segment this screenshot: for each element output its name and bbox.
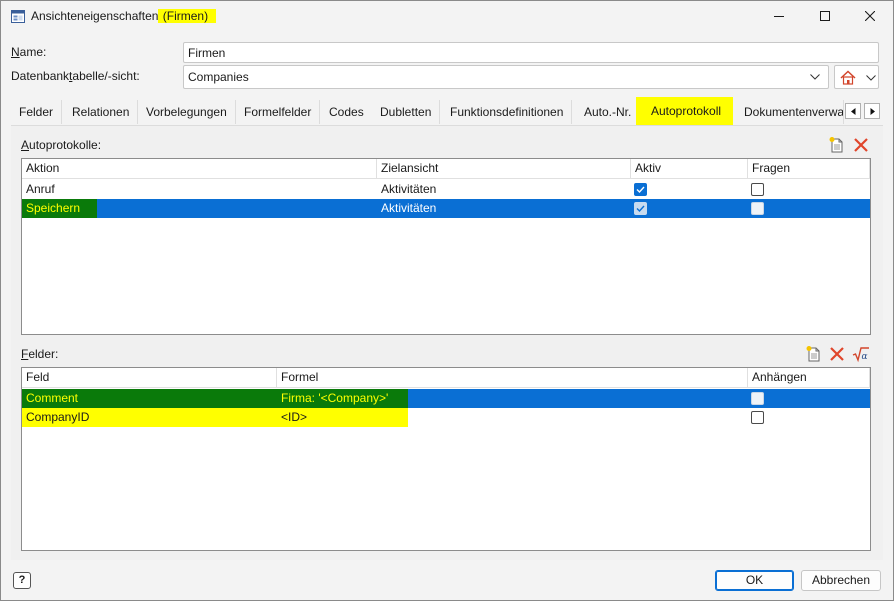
tab-dubletten[interactable]: Dubletten xyxy=(372,100,441,124)
tab-relationen[interactable]: Relationen xyxy=(64,100,139,124)
ok-button[interactable]: OK xyxy=(715,570,794,591)
window-title: Ansichteneigenschaften (Firmen) xyxy=(31,6,217,26)
tab-felder[interactable]: Felder xyxy=(11,100,63,124)
autoprotokolle-label: Autoprotokolle: xyxy=(21,138,102,152)
window-title-highlight: (Firmen) xyxy=(158,9,217,23)
new-document-icon xyxy=(829,137,843,153)
cell-zielansicht: Aktivitäten xyxy=(381,201,437,215)
tab-scroll-right-button[interactable] xyxy=(864,103,880,119)
tab-vorbelegungen[interactable]: Vorbelegungen xyxy=(138,100,236,124)
table-label: Datenbanktabelle/-sicht: xyxy=(11,69,140,83)
delete-x-icon xyxy=(854,138,868,152)
cell-feld: Comment xyxy=(26,391,79,405)
table-select-value: Companies xyxy=(188,70,249,84)
delete-x-icon xyxy=(830,347,844,361)
new-autoprotokoll-button[interactable] xyxy=(828,136,846,154)
name-label-text: ame: xyxy=(19,45,47,59)
cell-aktion: Anruf xyxy=(26,182,55,196)
cell-zielansicht: Aktivitäten xyxy=(381,182,437,196)
felder-header: Feld Formel Anhängen xyxy=(22,368,870,388)
aktiv-checkbox[interactable] xyxy=(634,202,647,215)
autoprotokolle-grid[interactable]: Aktion Zielansicht Aktiv Fragen Anruf Ak… xyxy=(21,158,871,335)
maximize-icon xyxy=(820,11,830,21)
home-dropdown-button[interactable] xyxy=(834,65,879,89)
tab-scroll-left-button[interactable] xyxy=(845,103,861,119)
cell-formel: Firma: '<Company>' xyxy=(281,391,389,405)
caret-left-icon xyxy=(851,108,856,115)
formula-button[interactable]: α xyxy=(852,345,870,363)
tab-strip: Felder Relationen Vorbelegungen Formelfe… xyxy=(11,97,883,125)
column-header-zielansicht[interactable]: Zielansicht xyxy=(377,159,631,178)
minimize-icon xyxy=(774,16,784,17)
tab-formelfelder[interactable]: Formelfelder xyxy=(236,100,321,124)
autoprotokolle-header: Aktion Zielansicht Aktiv Fragen xyxy=(22,159,870,179)
dialog-window: Ansichteneigenschaften (Firmen) Name: Fi… xyxy=(0,0,894,601)
svg-text:α: α xyxy=(862,352,868,362)
column-header-feld[interactable]: Feld xyxy=(22,368,277,387)
fragen-checkbox[interactable] xyxy=(751,202,764,215)
formula-sqrt-icon: α xyxy=(852,347,869,363)
fragen-checkbox[interactable] xyxy=(751,183,764,196)
table-row[interactable]: Anruf Aktivitäten xyxy=(22,180,870,199)
checkmark-icon xyxy=(636,186,645,194)
name-input[interactable]: Firmen xyxy=(183,42,879,63)
anhaengen-checkbox[interactable] xyxy=(751,411,764,424)
name-label: Name: xyxy=(11,45,47,59)
autoprotokolle-label-text: utoprotokolle: xyxy=(29,138,102,152)
checkmark-icon xyxy=(636,205,645,213)
title-bar: Ansichteneigenschaften (Firmen) xyxy=(1,1,893,32)
tab-autoprotokoll[interactable]: Autoprotokoll xyxy=(636,97,733,125)
column-header-aktion[interactable]: Aktion xyxy=(22,159,377,178)
anhaengen-checkbox[interactable] xyxy=(751,392,764,405)
home-icon xyxy=(840,70,856,85)
felder-label-text: elder: xyxy=(28,347,59,361)
delete-feld-button[interactable] xyxy=(828,345,846,363)
properties-icon xyxy=(11,10,25,23)
table-row[interactable]: CompanyID <ID> xyxy=(22,408,870,427)
chevron-down-icon xyxy=(810,74,820,80)
table-row-selected[interactable]: Comment Firma: '<Company>' xyxy=(22,389,870,408)
help-button[interactable]: ? xyxy=(13,572,31,589)
aktiv-checkbox[interactable] xyxy=(634,183,647,196)
felder-grid[interactable]: Feld Formel Anhängen Comment Firma: '<Co… xyxy=(21,367,871,551)
tab-funktionsdefinitionen[interactable]: Funktionsdefinitionen xyxy=(442,100,573,124)
delete-autoprotokoll-button[interactable] xyxy=(852,136,870,154)
cell-formel: <ID> xyxy=(281,410,308,424)
felder-label: Felder: xyxy=(21,347,59,361)
table-row-selected[interactable]: Speichern Aktivitäten xyxy=(22,199,870,218)
cell-feld: CompanyID xyxy=(26,410,90,424)
column-header-fragen[interactable]: Fragen xyxy=(748,159,870,178)
tab-codes[interactable]: Codes xyxy=(321,100,373,124)
caret-right-icon xyxy=(870,108,875,115)
chevron-down-icon xyxy=(866,75,876,81)
tab-dokumentenverwaltung[interactable]: Dokumentenverwa xyxy=(736,100,844,124)
new-feld-button[interactable] xyxy=(805,345,823,363)
table-select[interactable]: Companies xyxy=(183,65,829,89)
window-title-prefix: Ansichteneigenschaften xyxy=(31,9,159,23)
new-document-icon xyxy=(806,346,820,362)
tab-auto-nr[interactable]: Auto.-Nr. xyxy=(576,100,641,124)
minimize-button[interactable] xyxy=(756,1,802,32)
maximize-button[interactable] xyxy=(802,1,848,32)
close-icon xyxy=(865,11,875,21)
close-button[interactable] xyxy=(847,1,893,32)
cell-aktion: Speichern xyxy=(22,199,97,218)
column-header-aktiv[interactable]: Aktiv xyxy=(631,159,748,178)
cancel-button[interactable]: Abbrechen xyxy=(801,570,881,591)
column-header-formel[interactable]: Formel xyxy=(277,368,748,387)
column-header-anhaengen[interactable]: Anhängen xyxy=(748,368,870,387)
